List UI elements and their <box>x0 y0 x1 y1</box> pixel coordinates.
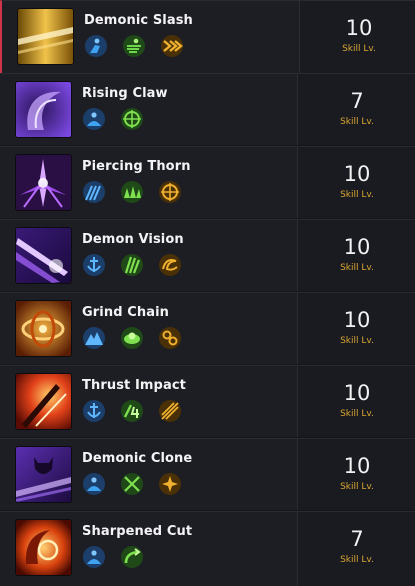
orange-chevrons-icon <box>160 34 184 58</box>
green-orb-icon <box>120 326 144 350</box>
skill-level-cell: 10 Skill Lv. <box>297 366 415 437</box>
skill-info: Demon Vision <box>0 220 296 291</box>
skill-name: Sharpened Cut <box>82 524 193 539</box>
skill-level: 10 <box>343 308 371 332</box>
blue-figure-icon <box>82 472 106 496</box>
skill-name: Piercing Thorn <box>82 159 191 174</box>
blue-spikes-icon <box>82 180 106 204</box>
skill-level: 10 <box>343 162 371 186</box>
skill-name: Demonic Clone <box>82 451 193 466</box>
skill-row-demonic-slash[interactable]: Demonic Slash 10 Skill Lv. <box>0 0 415 73</box>
skill-level-cell: 7 Skill Lv. <box>297 512 415 586</box>
green-number-icon <box>120 399 144 423</box>
orange-target-icon <box>158 180 182 204</box>
skill-row-thrust-impact[interactable]: Thrust Impact 10 Skill Lv. <box>0 365 415 437</box>
blue-figure-icon <box>84 34 108 58</box>
skill-name: Demon Vision <box>82 232 184 247</box>
skill-name: Grind Chain <box>82 305 170 320</box>
orange-spark-icon <box>158 399 182 423</box>
skill-info: Sharpened Cut <box>0 512 296 586</box>
skill-level-label: Skill Lv. <box>340 555 374 565</box>
skill-info: Grind Chain <box>0 293 296 364</box>
blue-mountain-icon <box>82 326 106 350</box>
demon-vision-icon <box>16 228 71 283</box>
sharpened-cut-icon <box>16 520 71 575</box>
skill-list: Demonic Slash 10 Skill Lv. Rising Claw 7… <box>0 0 415 586</box>
skill-info: Thrust Impact <box>0 366 296 437</box>
green-curve-icon <box>120 545 144 569</box>
demonic-clone-icon <box>16 447 71 502</box>
blue-figure-icon <box>82 107 106 131</box>
skill-level-label: Skill Lv. <box>340 409 374 419</box>
skill-level-cell: 7 Skill Lv. <box>297 74 415 145</box>
skill-name: Rising Claw <box>82 86 168 101</box>
skill-info: Demonic Slash <box>2 1 298 73</box>
skill-name: Thrust Impact <box>82 378 186 393</box>
skill-row-piercing-thorn[interactable]: Piercing Thorn 10 Skill Lv. <box>0 146 415 218</box>
skill-info: Piercing Thorn <box>0 147 296 218</box>
skill-level-cell: 10 Skill Lv. <box>299 1 415 73</box>
skill-level: 10 <box>345 16 373 40</box>
piercing-thorn-icon <box>16 155 71 210</box>
skill-row-grind-chain[interactable]: Grind Chain 10 Skill Lv. <box>0 292 415 364</box>
skill-row-demon-vision[interactable]: Demon Vision 10 Skill Lv. <box>0 219 415 291</box>
orange-swirl-icon <box>158 253 182 277</box>
green-target-icon <box>120 107 144 131</box>
skill-level: 7 <box>350 527 364 551</box>
skill-level-label: Skill Lv. <box>340 263 374 273</box>
skill-level-label: Skill Lv. <box>340 482 374 492</box>
skill-level-label: Skill Lv. <box>340 336 374 346</box>
skill-level-label: Skill Lv. <box>340 190 374 200</box>
skill-level: 10 <box>343 381 371 405</box>
skill-info: Rising Claw <box>0 74 296 145</box>
blue-figure-icon <box>82 545 106 569</box>
skill-level-cell: 10 Skill Lv. <box>297 220 415 291</box>
skill-level-cell: 10 Skill Lv. <box>297 439 415 510</box>
skill-name: Demonic Slash <box>84 13 193 28</box>
skill-level-label: Skill Lv. <box>340 117 374 127</box>
skill-row-sharpened-cut[interactable]: Sharpened Cut 7 Skill Lv. <box>0 511 415 586</box>
skill-info: Demonic Clone <box>0 439 296 510</box>
green-dash-icon <box>122 34 146 58</box>
skill-level: 10 <box>343 454 371 478</box>
skill-row-rising-claw[interactable]: Rising Claw 7 Skill Lv. <box>0 73 415 145</box>
orange-gear-icon <box>158 472 182 496</box>
blue-anchor-icon <box>82 253 106 277</box>
blue-anchor-icon <box>82 399 106 423</box>
skill-level: 7 <box>350 89 364 113</box>
orange-chain-icon <box>158 326 182 350</box>
skill-level-label: Skill Lv. <box>342 44 376 54</box>
skill-level-cell: 10 Skill Lv. <box>297 147 415 218</box>
green-cross-icon <box>120 472 144 496</box>
green-spikes-icon <box>120 180 144 204</box>
skill-row-demonic-clone[interactable]: Demonic Clone 10 Skill Lv. <box>0 438 415 510</box>
green-claw-icon <box>120 253 144 277</box>
rising-claw-icon <box>16 82 71 137</box>
demonic-slash-icon <box>18 9 73 64</box>
thrust-impact-icon <box>16 374 71 429</box>
skill-level-cell: 10 Skill Lv. <box>297 293 415 364</box>
skill-level: 10 <box>343 235 371 259</box>
grind-chain-icon <box>16 301 71 356</box>
